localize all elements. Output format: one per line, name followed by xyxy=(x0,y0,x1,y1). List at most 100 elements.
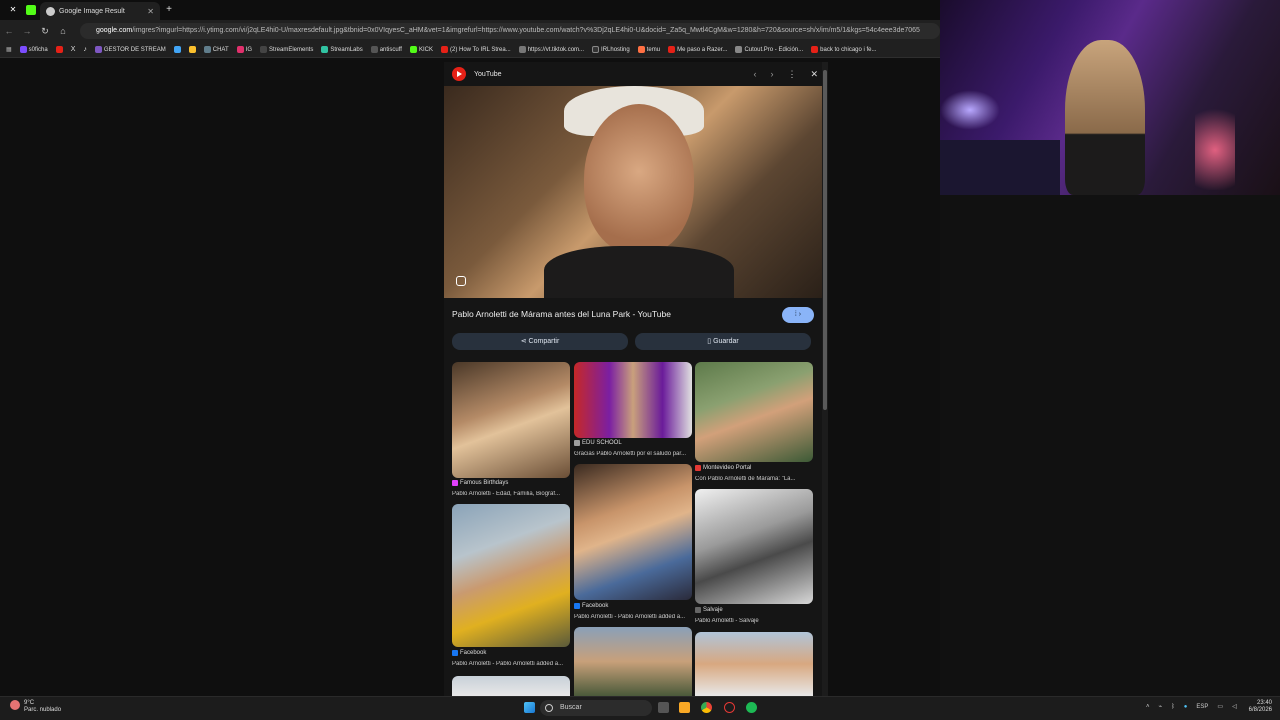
share-button[interactable]: ⋖ Compartir xyxy=(452,333,628,350)
panel-source[interactable]: YouTube xyxy=(474,71,502,78)
related-image-8[interactable] xyxy=(695,632,813,696)
task-view-icon[interactable] xyxy=(658,702,669,713)
more-options-icon[interactable]: ⋮ xyxy=(787,69,796,80)
bookmark-chat[interactable]: CHAT xyxy=(203,46,229,53)
close-panel-icon[interactable]: ✕ xyxy=(810,69,818,80)
image-shirt-shape xyxy=(544,246,734,298)
panel-scrollbar-thumb[interactable] xyxy=(823,70,827,410)
tab-google-image-result[interactable]: Google Image Result ✕ xyxy=(40,2,160,20)
related-source-4[interactable]: Facebook xyxy=(452,650,486,656)
bookmark-streamlabs[interactable]: StreamLabs xyxy=(321,46,363,53)
system-tray: ˄ ⌁ ᛒ ● ESP ▭ ◁ xyxy=(1146,703,1237,711)
tray-overflow-icon[interactable]: ˄ xyxy=(1146,704,1150,710)
save-label: Guardar xyxy=(713,338,739,345)
image-face-shape xyxy=(584,104,694,254)
weather-icon xyxy=(10,700,20,710)
browser-toolbar: ← → ↻ ⌂ google.com/imgres?imgurl=https:/… xyxy=(0,20,940,42)
youtube-bookmark-icon[interactable] xyxy=(55,46,63,53)
webcam-light-shape xyxy=(940,90,1000,130)
windows-start-icon[interactable] xyxy=(524,702,535,713)
webcam-overlay xyxy=(940,0,1280,195)
bookmark-yellow-icon[interactable] xyxy=(188,46,196,53)
related-image-3[interactable] xyxy=(695,362,813,462)
language-indicator[interactable]: ESP xyxy=(1196,704,1208,710)
bookmark-blue-icon[interactable] xyxy=(173,46,181,53)
taskbar-search[interactable]: Buscar xyxy=(540,700,652,716)
save-button[interactable]: ▯ Guardar xyxy=(635,333,811,350)
related-source-2[interactable]: EDU SCHOOL xyxy=(574,440,622,446)
related-title-1[interactable]: Pablo Arnoletti - Edad, Familia, Biograf… xyxy=(452,491,570,497)
related-title-3[interactable]: Con Pablo Arnoletti de Márama: "La... xyxy=(695,476,813,482)
bookmark-streamelements[interactable]: StreamElements xyxy=(260,46,313,53)
close-tab-icon[interactable]: ✕ xyxy=(147,7,154,16)
bookmarks-bar: ▦ s0ficha X ♪ GESTOR DE STREAM CHAT IG S… xyxy=(0,42,940,58)
visit-button[interactable]: ⁞ › xyxy=(782,307,814,323)
related-image-4[interactable] xyxy=(452,504,570,647)
search-label: Buscar xyxy=(560,704,582,711)
bookmark-ig[interactable]: IG xyxy=(236,46,252,53)
bookmark-s0ficha[interactable]: s0ficha xyxy=(19,46,48,53)
network-icon[interactable]: ⌁ xyxy=(1159,703,1163,710)
address-bar[interactable]: google.com/imgres?imgurl=https://i.ytimg… xyxy=(80,23,940,39)
share-icon: ⋖ xyxy=(520,338,527,345)
pinned-tab-icon[interactable]: ✕ xyxy=(8,5,18,15)
bookmark-icon: ▯ xyxy=(707,338,712,345)
webcam-person-shape xyxy=(1065,40,1145,195)
obs-icon[interactable] xyxy=(724,702,735,713)
image-title[interactable]: Pablo Arnoletti de Márama antes del Luna… xyxy=(452,309,671,319)
related-image-9[interactable] xyxy=(452,676,570,696)
google-favicon-icon xyxy=(46,6,55,16)
display-icon[interactable]: ▭ xyxy=(1217,703,1223,710)
related-image-1[interactable] xyxy=(452,362,570,478)
reload-icon[interactable]: ↻ xyxy=(36,26,54,37)
home-icon[interactable]: ⌂ xyxy=(54,26,72,36)
bookmark-kick[interactable]: KICK xyxy=(409,46,433,53)
related-title-4[interactable]: Pablo Arnoletti - Pablo Arnoletti added … xyxy=(452,661,570,667)
related-title-2[interactable]: Gracias Pablo Arnoletti por el saludo pa… xyxy=(574,451,692,457)
spotify-icon[interactable] xyxy=(746,702,757,713)
new-tab-icon[interactable]: + xyxy=(164,5,174,15)
bookmark-irl-stream[interactable]: (2) How To IRL Strea... xyxy=(440,46,511,53)
bookmark-irlhosting[interactable]: IRLhosting xyxy=(592,46,630,53)
related-image-6[interactable] xyxy=(695,489,813,604)
bookmark-gestor-de-stream[interactable]: GESTOR DE STREAM xyxy=(94,46,166,53)
bluetooth-icon[interactable]: ᛒ xyxy=(1171,704,1175,710)
forward-icon[interactable]: → xyxy=(18,26,36,36)
previous-icon[interactable]: ‹ xyxy=(753,69,756,80)
main-preview-image[interactable] xyxy=(444,86,822,298)
panel-header: YouTube ‹ › ⋮ ✕ xyxy=(452,64,818,84)
kick-tab-icon[interactable] xyxy=(26,5,36,15)
related-image-2[interactable] xyxy=(574,362,692,438)
youtube-logo-icon xyxy=(452,67,466,81)
clock-date: 6/8/2026 xyxy=(1248,707,1272,713)
share-label: Compartir xyxy=(528,338,560,345)
google-lens-icon[interactable] xyxy=(456,276,466,286)
next-icon[interactable]: › xyxy=(770,69,773,80)
bookmark-cutout-pro[interactable]: Cutout.Pro - Edición... xyxy=(735,46,803,53)
bookmark-antiscuff[interactable]: antiscuff xyxy=(370,46,402,53)
related-source-3[interactable]: Montevideo Portal xyxy=(695,465,751,471)
taskbar-clock[interactable]: 23:40 6/8/2026 xyxy=(1240,700,1272,714)
x-bookmark-icon[interactable]: X xyxy=(71,46,76,53)
apps-icon[interactable]: ▦ xyxy=(6,46,12,53)
related-image-7[interactable] xyxy=(574,627,692,696)
visit-arrow-icon: ⁞ › xyxy=(794,311,802,318)
bookmark-tiktok[interactable]: https://vt.tiktok.com... xyxy=(518,46,584,53)
search-icon xyxy=(545,704,553,712)
chrome-icon[interactable] xyxy=(701,702,712,713)
related-source-6[interactable]: Salvaje xyxy=(695,607,723,613)
bookmark-back-to-chicago[interactable]: back to chicago i fe... xyxy=(811,46,877,53)
tiktok-bookmark-icon[interactable]: ♪ xyxy=(83,46,87,53)
bookmark-razer[interactable]: Me paso a Razer... xyxy=(668,46,727,53)
related-title-5[interactable]: Pablo Arnoletti - Pablo Arnoletti added … xyxy=(574,614,692,620)
bookmark-temu[interactable]: temu xyxy=(637,46,660,53)
volume-icon[interactable]: ◁ xyxy=(1232,703,1237,710)
tab-title: Google Image Result xyxy=(59,7,125,15)
microphone-icon[interactable]: ● xyxy=(1184,704,1188,710)
related-source-1[interactable]: Famous Birthdays xyxy=(452,480,508,486)
related-title-6[interactable]: Pablo Arnoletti - Salvaje xyxy=(695,618,813,624)
related-source-5[interactable]: Facebook xyxy=(574,603,608,609)
file-explorer-icon[interactable] xyxy=(679,702,690,713)
related-image-5[interactable] xyxy=(574,464,692,600)
back-icon[interactable]: ← xyxy=(0,26,18,36)
